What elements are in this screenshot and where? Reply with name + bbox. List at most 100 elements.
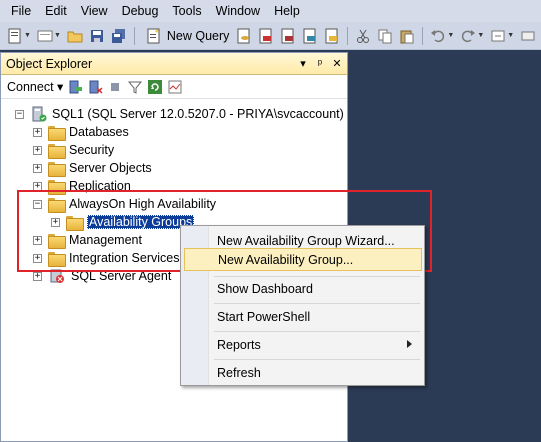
tree-node-server-objects[interactable]: + Server Objects [33,159,152,177]
collapse-icon[interactable]: − [15,109,24,119]
tree-label-alwayson: AlwaysOn High Availability [69,197,217,211]
menu-debug[interactable]: Debug [115,0,166,22]
toolbar-separator [133,26,135,45]
connect-object-icon[interactable] [67,79,83,95]
add-item-icon[interactable] [36,27,54,45]
cut-icon[interactable] [354,27,372,45]
server-icon [30,105,48,123]
menu-separator [214,303,420,304]
menu-separator [214,331,420,332]
folder-icon [48,125,66,141]
server-label: SQL1 (SQL Server 12.0.5207.0 - PRIYA\svc… [52,107,344,121]
folder-icon [48,233,66,249]
folder-icon [48,143,66,159]
main-toolbar: ▼ ▼ New Query ▼ ▼ ▼ [0,22,541,50]
tree-node-server[interactable]: − SQL1 (SQL Server 12.0.5207.0 - PRIYA\s… [15,105,344,123]
expand-icon[interactable]: + [33,145,42,155]
tree-label-availability-groups: Availability Groups [87,215,195,229]
add-item-dropdown-icon[interactable]: ▼ [54,32,61,39]
menu-edit[interactable]: Edit [38,0,74,22]
new-query-button[interactable]: New Query [139,27,234,45]
tree-label-sql-server-agent: SQL Server Agent [71,269,172,283]
paste-icon[interactable] [398,27,416,45]
filter-icon[interactable] [127,79,143,95]
folder-icon [66,215,84,231]
menu-item-show-dashboard[interactable]: Show Dashboard [184,277,422,300]
tree-node-replication[interactable]: + Replication [33,177,131,195]
copy-icon[interactable] [376,27,394,45]
navigate-dropdown-icon[interactable]: ▼ [507,32,514,39]
open-file-icon[interactable] [66,27,84,45]
object-explorer-toolbar: Connect ▾ [1,75,347,99]
save-icon[interactable] [88,27,106,45]
expand-icon[interactable]: + [33,163,42,173]
tree-label-management: Management [69,233,142,247]
menu-item-reports[interactable]: Reports [184,333,422,356]
tree-node-integration-services[interactable]: + Integration Services C [33,249,192,267]
tree-node-availability-groups[interactable]: + Availability Groups [51,213,195,231]
folder-icon [48,251,66,267]
context-menu: New Availability Group Wizard... New Ava… [180,225,425,386]
menu-view[interactable]: View [74,0,115,22]
expand-icon[interactable]: + [33,253,42,263]
new-query-icon [145,27,163,45]
menu-item-new-availability-group[interactable]: New Availability Group... [184,248,422,271]
tree-node-sql-server-agent[interactable]: + SQL Server Agent [33,267,171,285]
menu-tools[interactable]: Tools [165,0,208,22]
menu-item-start-powershell[interactable]: Start PowerShell [184,305,422,328]
tree-node-security[interactable]: + Security [33,141,114,159]
toolbar-separator [422,26,424,45]
sql-agent-icon [48,267,66,285]
menu-item-reports-label: Reports [217,337,261,352]
menu-window[interactable]: Window [209,0,267,22]
undo-icon[interactable] [429,27,447,45]
save-all-icon[interactable] [110,27,128,45]
new-project-icon[interactable] [6,27,24,45]
menu-help[interactable]: Help [267,0,307,22]
tree-label-server-objects: Server Objects [69,161,152,175]
folder-icon [48,179,66,195]
folder-icon [48,161,66,177]
stop-icon[interactable] [107,79,123,95]
disconnect-icon[interactable] [87,79,103,95]
refresh-icon[interactable] [147,79,163,95]
toolbar-separator [347,26,349,45]
expand-icon[interactable]: + [33,235,42,245]
new-project-dropdown-icon[interactable]: ▼ [24,32,31,39]
expand-icon[interactable]: + [51,217,60,227]
tree-label-replication: Replication [69,179,131,193]
tree-label-integration-services: Integration Services C [69,251,192,265]
menu-item-refresh[interactable]: Refresh [184,361,422,384]
xmla-query-icon[interactable] [301,27,319,45]
dax-query-icon[interactable] [323,27,341,45]
collapse-icon[interactable]: − [33,199,42,209]
tree-label-databases: Databases [69,125,129,139]
expand-icon[interactable]: + [33,271,42,281]
dmx-query-icon[interactable] [279,27,297,45]
submenu-arrow-icon [407,340,412,348]
expand-icon[interactable]: + [33,127,42,137]
undo-dropdown-icon[interactable]: ▼ [447,32,454,39]
tree-node-alwayson[interactable]: − AlwaysOn High Availability [33,195,216,213]
mdx-query-icon[interactable] [257,27,275,45]
activity-monitor-icon[interactable] [167,79,183,95]
navigate-icon[interactable] [489,27,507,45]
pin-icon[interactable]: ᵖ [313,58,327,70]
object-explorer-titlebar: Object Explorer ▾ ᵖ ✕ [1,53,347,75]
expand-icon[interactable]: + [33,181,42,191]
folder-icon [48,197,66,213]
menu-file[interactable]: File [4,0,38,22]
close-icon[interactable]: ✕ [330,57,344,70]
redo-dropdown-icon[interactable]: ▼ [477,32,484,39]
database-engine-query-icon[interactable] [235,27,253,45]
tree-label-security: Security [69,143,115,157]
menu-bar: File Edit View Debug Tools Window Help [0,0,541,22]
more-tools-icon[interactable] [519,27,537,45]
tree-node-management[interactable]: + Management [33,231,142,249]
menu-separator [214,359,420,360]
redo-icon[interactable] [459,27,477,45]
connect-button[interactable]: Connect ▾ [7,79,63,94]
new-query-label: New Query [166,28,230,43]
window-position-icon[interactable]: ▾ [296,57,310,70]
tree-node-databases[interactable]: + Databases [33,123,129,141]
